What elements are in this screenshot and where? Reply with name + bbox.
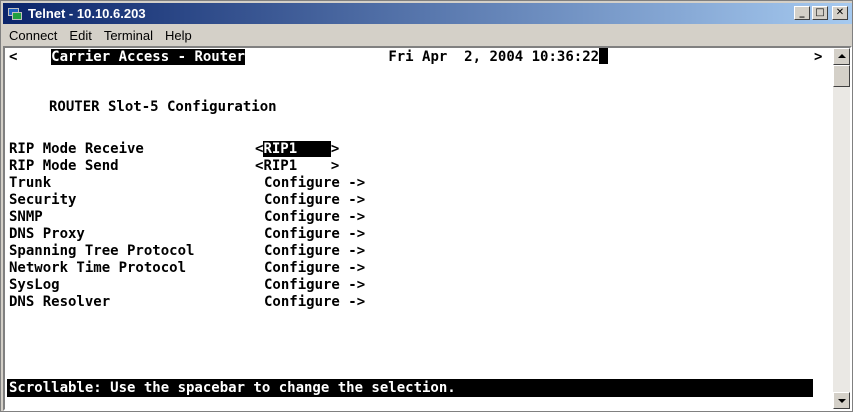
terminal-screen[interactable]: < Carrier Access - Router Fri Apr 2, 200… (5, 48, 833, 409)
item-label: Spanning Tree Protocol (9, 243, 195, 259)
rip-send-label: RIP Mode Send (9, 158, 119, 174)
item-action[interactable]: Configure -> (264, 294, 365, 310)
item-action[interactable]: Configure -> (264, 226, 365, 242)
rip-receive-close: > (330, 141, 340, 157)
rip-receive-row: RIP Mode Receive <RIP1 > (9, 140, 339, 158)
rip-send-field[interactable]: RIP1 (263, 158, 330, 174)
rip-send-row: RIP Mode Send <RIP1 > (9, 157, 339, 175)
item-label: Trunk (9, 175, 52, 191)
telnet-app-icon (7, 6, 23, 22)
text-cursor (599, 48, 609, 64)
vertical-scrollbar[interactable] (833, 48, 850, 409)
close-icon[interactable]: ✕ (832, 6, 848, 20)
item-action[interactable]: Configure -> (264, 192, 365, 208)
item-action[interactable]: Configure -> (264, 243, 365, 259)
rip-receive-label: RIP Mode Receive (9, 141, 144, 157)
header-right-arrow: > (814, 49, 823, 65)
header-title: Carrier Access - Router (51, 49, 246, 65)
menu-terminal[interactable]: Terminal (98, 28, 159, 43)
rip-send-close: > (330, 158, 340, 174)
item-label: Network Time Protocol (9, 260, 187, 276)
page-subtitle: ROUTER Slot-5 Configuration (49, 99, 277, 115)
scroll-up-icon[interactable] (833, 48, 850, 65)
minimize-icon[interactable]: _ (794, 6, 810, 20)
menu-connect[interactable]: Connect (3, 28, 63, 43)
menu-help[interactable]: Help (159, 28, 198, 43)
menu-edit[interactable]: Edit (63, 28, 97, 43)
header-row: < Carrier Access - Router Fri Apr 2, 200… (9, 48, 609, 66)
item-action[interactable]: Configure -> (264, 209, 365, 225)
menu-row-dns-proxy[interactable]: DNS Proxy Configure -> (9, 225, 365, 243)
item-action[interactable]: Configure -> (264, 175, 365, 191)
menu-row-dns-resolver[interactable]: DNS Resolver Configure -> (9, 293, 365, 311)
scroll-down-icon[interactable] (833, 392, 850, 409)
title-bar[interactable]: Telnet - 10.10.6.203 _ □ ✕ (3, 3, 852, 24)
status-bar: Scrollable: Use the spacebar to change t… (7, 379, 813, 397)
menu-row-snmp[interactable]: SNMP Configure -> (9, 208, 365, 226)
item-label: SysLog (9, 277, 60, 293)
menu-row-security[interactable]: Security Configure -> (9, 191, 365, 209)
terminal-client-area: < Carrier Access - Router Fri Apr 2, 200… (3, 46, 852, 411)
item-label: Security (9, 192, 77, 208)
item-label: DNS Resolver (9, 294, 111, 310)
telnet-window: Telnet - 10.10.6.203 _ □ ✕ Connect Edit … (0, 0, 853, 412)
header-datetime: Fri Apr 2, 2004 10:36:22 (388, 49, 600, 65)
menu-row-ntp[interactable]: Network Time Protocol Configure -> (9, 259, 365, 277)
menu-row-trunk[interactable]: Trunk Configure -> (9, 174, 365, 192)
menu-bar: Connect Edit Terminal Help (3, 25, 852, 45)
window-title: Telnet - 10.10.6.203 (28, 6, 146, 21)
menu-row-syslog[interactable]: SysLog Configure -> (9, 276, 365, 294)
header-left-arrow: < (9, 49, 18, 65)
item-action[interactable]: Configure -> (264, 277, 365, 293)
maximize-icon[interactable]: □ (812, 6, 828, 20)
item-label: SNMP (9, 209, 43, 225)
item-label: DNS Proxy (9, 226, 85, 242)
rip-receive-field[interactable]: RIP1 (263, 141, 331, 157)
menu-row-spanning-tree[interactable]: Spanning Tree Protocol Configure -> (9, 242, 365, 260)
item-action[interactable]: Configure -> (264, 260, 365, 276)
scroll-thumb[interactable] (833, 65, 850, 87)
